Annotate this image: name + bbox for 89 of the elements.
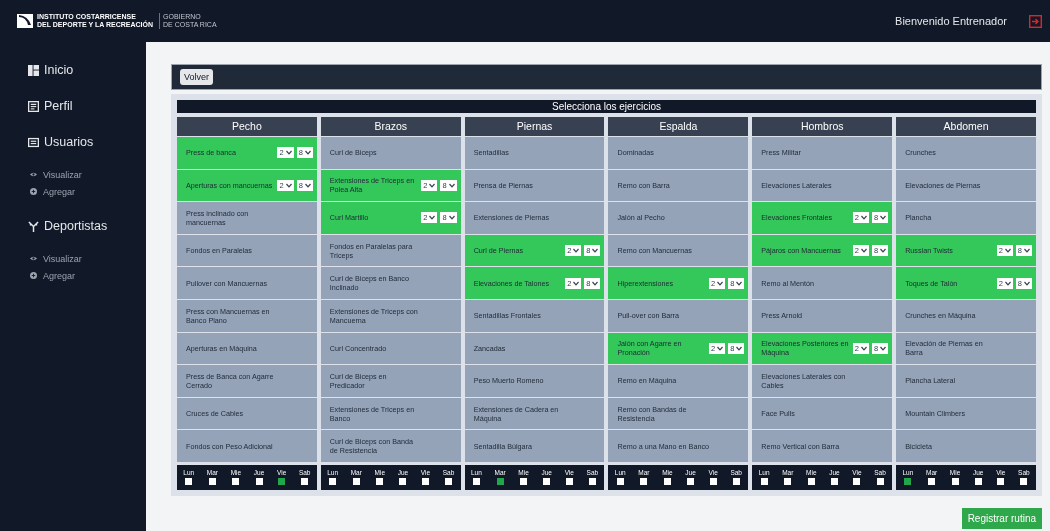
day-checkbox[interactable] — [185, 478, 193, 486]
chevron-down-icon — [1024, 248, 1030, 254]
column-header: Pecho — [177, 117, 317, 136]
chevron-down-icon — [304, 182, 311, 188]
day-checkbox[interactable] — [376, 478, 384, 486]
day-checkbox[interactable] — [663, 478, 671, 486]
sidebar-subitem[interactable]: Visualizar — [30, 250, 146, 267]
chevron-down-icon — [592, 280, 599, 286]
day-checkbox[interactable] — [928, 478, 936, 486]
keyboard-icon — [28, 136, 39, 148]
column-header: Piernas — [464, 117, 605, 136]
chevron-down-icon — [573, 280, 580, 286]
day-checkbox[interactable] — [904, 478, 912, 486]
day-checkbox[interactable] — [640, 478, 648, 486]
day-checkbox[interactable] — [709, 478, 717, 486]
chevron-down-icon — [285, 150, 292, 156]
day-checkbox[interactable] — [997, 478, 1005, 486]
day-checkbox[interactable] — [588, 478, 596, 486]
chevron-down-icon — [861, 248, 867, 254]
day-checkbox[interactable] — [445, 478, 453, 486]
day-checkbox[interactable] — [784, 478, 792, 486]
day-checkbox[interactable] — [974, 478, 982, 486]
column-header: Abdomen — [896, 117, 1036, 136]
column-header: Hombros — [752, 117, 893, 136]
panel-title: Selecciona los ejercicios — [177, 100, 1036, 113]
day-checkbox[interactable] — [421, 478, 429, 486]
day-checkbox[interactable] — [399, 478, 407, 486]
day-checkbox[interactable] — [543, 478, 551, 486]
chevron-down-icon — [448, 182, 455, 188]
day-checkbox[interactable] — [830, 478, 838, 486]
chevron-down-icon — [448, 215, 455, 221]
day-checkbox[interactable] — [496, 478, 504, 486]
chevron-down-icon — [573, 248, 580, 254]
day-checkbox[interactable] — [255, 478, 263, 486]
day-checkbox[interactable] — [807, 478, 815, 486]
eye-icon — [30, 171, 37, 178]
sidebar-item[interactable]: Perfil — [28, 88, 146, 124]
chevron-down-icon — [285, 182, 292, 188]
day-checkbox[interactable] — [352, 478, 360, 486]
chevron-down-icon — [1004, 280, 1011, 286]
day-checkbox[interactable] — [876, 478, 884, 486]
chevron-down-icon — [429, 215, 436, 221]
sidebar-subitem[interactable]: Agregar — [30, 267, 146, 284]
chevron-down-icon — [861, 345, 867, 351]
chevron-down-icon — [880, 248, 887, 254]
day-checkbox[interactable] — [232, 478, 240, 486]
day-checkbox[interactable] — [329, 478, 337, 486]
day-checkbox[interactable] — [687, 478, 695, 486]
chevron-down-icon — [736, 280, 743, 286]
sidebar-subitem[interactable]: Agregar — [30, 183, 146, 200]
chevron-down-icon — [861, 215, 867, 221]
figure-icon — [28, 220, 39, 232]
day-checkbox[interactable] — [616, 478, 624, 486]
plus-icon — [30, 188, 37, 195]
chevron-down-icon — [1024, 280, 1030, 286]
chevron-down-icon — [1004, 248, 1011, 254]
day-checkbox[interactable] — [1020, 478, 1028, 486]
sidebar-item[interactable]: Inicio — [28, 52, 146, 88]
day-checkbox[interactable] — [732, 478, 740, 486]
eye-icon — [30, 255, 37, 262]
day-checkbox[interactable] — [301, 478, 309, 486]
column-header: Brazos — [320, 117, 461, 136]
logout-icon[interactable] — [1029, 14, 1042, 28]
day-checkbox[interactable] — [760, 478, 768, 486]
chevron-down-icon — [717, 345, 724, 351]
chevron-down-icon — [880, 215, 887, 221]
day-checkbox[interactable] — [853, 478, 861, 486]
sidebar-item[interactable]: Usuarios — [28, 124, 146, 160]
day-checkbox[interactable] — [208, 478, 216, 486]
back-button[interactable]: Volver — [180, 69, 213, 85]
chevron-down-icon — [592, 248, 599, 254]
chevron-down-icon — [304, 150, 311, 156]
id-card-icon — [28, 100, 39, 112]
sidebar-item[interactable]: Deportistas — [28, 208, 146, 244]
chevron-down-icon — [717, 280, 724, 286]
chevron-down-icon — [736, 345, 743, 351]
logo-icon — [17, 14, 33, 28]
dashboard-icon — [28, 64, 39, 76]
chevron-down-icon — [429, 182, 436, 188]
sidebar-subitem[interactable]: Visualizar — [30, 166, 146, 183]
day-checkbox[interactable] — [520, 478, 528, 486]
day-checkbox[interactable] — [565, 478, 573, 486]
day-checkbox[interactable] — [278, 478, 286, 486]
welcome-text: Bienvenido Entrenador — [895, 15, 1007, 27]
plus-icon — [30, 272, 37, 279]
chevron-down-icon — [880, 345, 887, 351]
day-checkbox[interactable] — [951, 478, 959, 486]
day-checkbox[interactable] — [472, 478, 480, 486]
column-header: Espalda — [608, 117, 749, 136]
